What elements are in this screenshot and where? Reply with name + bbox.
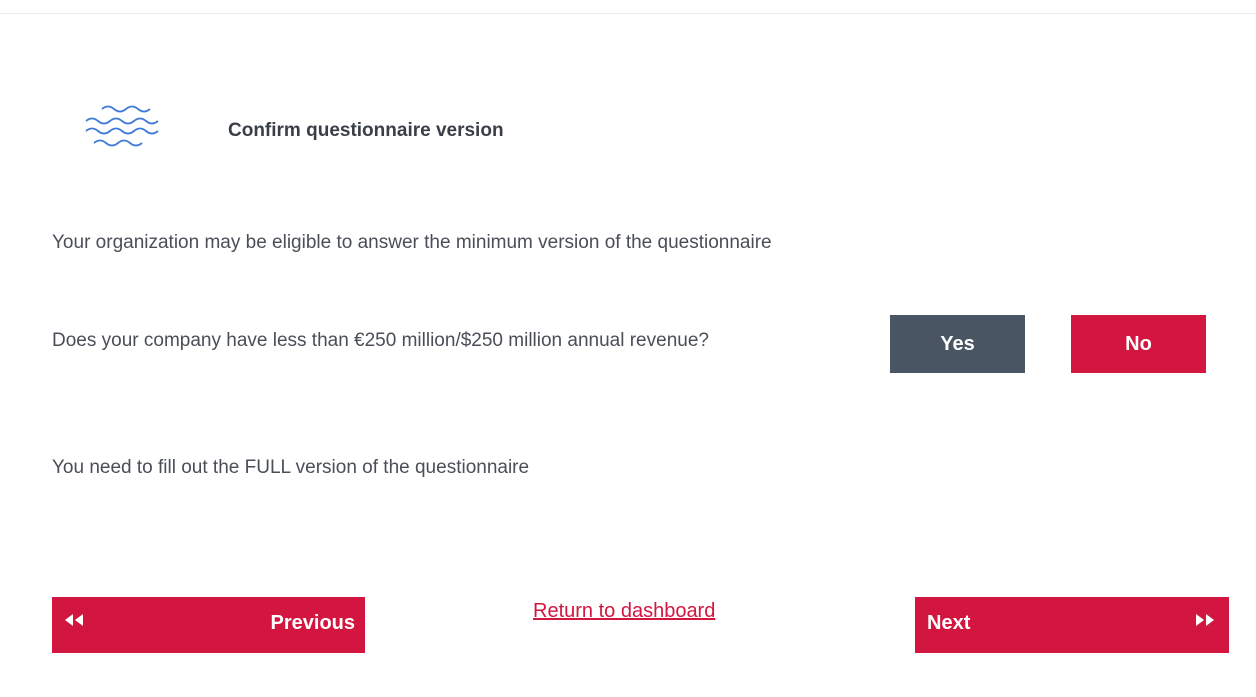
page-title: Confirm questionnaire version bbox=[228, 120, 504, 141]
eligibility-text: Your organization may be eligible to ans… bbox=[52, 232, 772, 253]
result-text: You need to fill out the FULL version of… bbox=[52, 457, 530, 478]
revenue-question: Does your company have less than €250 mi… bbox=[52, 330, 709, 351]
return-to-dashboard-link[interactable]: Return to dashboard bbox=[533, 600, 715, 623]
previous-button[interactable]: Previous bbox=[52, 597, 365, 653]
yes-button[interactable]: Yes bbox=[890, 315, 1025, 373]
double-chevron-left-icon bbox=[65, 614, 83, 626]
questionnaire-confirm-page: Confirm questionnaire version Your organ… bbox=[0, 0, 1256, 697]
next-label: Next bbox=[927, 612, 971, 634]
double-chevron-right-icon bbox=[1196, 614, 1214, 626]
wave-icon bbox=[85, 105, 159, 147]
page-header: Confirm questionnaire version bbox=[80, 96, 504, 156]
no-button[interactable]: No bbox=[1071, 315, 1206, 373]
next-button[interactable]: Next bbox=[915, 597, 1229, 653]
top-divider bbox=[0, 0, 1256, 14]
previous-label: Previous bbox=[270, 612, 355, 634]
